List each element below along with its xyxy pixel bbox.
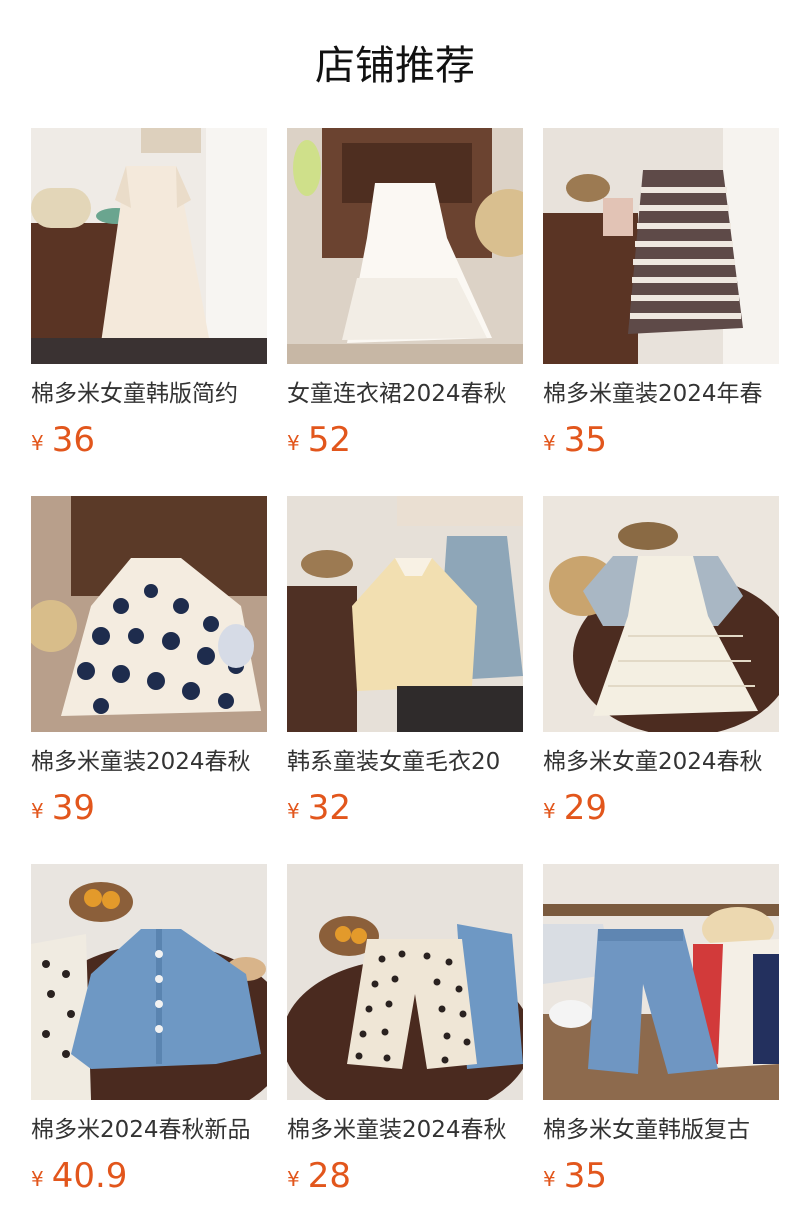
price-amount: 28: [307, 1156, 351, 1196]
product-price: ¥35: [543, 1154, 779, 1198]
currency-symbol: ¥: [543, 431, 556, 455]
product-name[interactable]: 棉多米童装2024春秋: [287, 1114, 523, 1146]
product-card[interactable]: 棉多米女童2024春秋 ¥29: [543, 496, 779, 844]
product-card[interactable]: 女童连衣裙2024春秋 ¥52: [287, 128, 523, 476]
currency-symbol: ¥: [31, 431, 44, 455]
polka-dot-dress-photo-icon: [31, 496, 267, 732]
product-image[interactable]: [287, 128, 523, 364]
currency-symbol: ¥: [31, 799, 44, 823]
price-amount: 52: [307, 420, 351, 460]
price-amount: 35: [563, 420, 607, 460]
product-image[interactable]: [31, 128, 267, 364]
product-price: ¥39: [31, 786, 267, 830]
product-card[interactable]: 棉多米女童韩版简约 ¥36: [31, 128, 267, 476]
price-amount: 35: [563, 1156, 607, 1196]
product-name[interactable]: 棉多米女童韩版复古: [543, 1114, 779, 1146]
product-grid: 棉多米女童韩版简约 ¥36 女童连衣裙2024春秋 ¥52 棉多米童装2024年…: [31, 128, 779, 1212]
price-amount: 40.9: [51, 1156, 128, 1196]
product-name[interactable]: 棉多米童装2024春秋: [31, 746, 267, 778]
product-name[interactable]: 棉多米2024春秋新品: [31, 1114, 267, 1146]
cardigan-and-jeans-photo-icon: [287, 496, 523, 732]
currency-symbol: ¥: [31, 1167, 44, 1191]
product-card[interactable]: 棉多米童装2024春秋 ¥28: [287, 864, 523, 1212]
product-card[interactable]: 棉多米童装2024春秋 ¥39: [31, 496, 267, 844]
product-image[interactable]: [543, 128, 779, 364]
product-name[interactable]: 棉多米女童韩版简约: [31, 378, 267, 410]
price-amount: 36: [51, 420, 95, 460]
white-lace-dress-photo-icon: [287, 128, 523, 364]
product-price: ¥28: [287, 1154, 523, 1198]
currency-symbol: ¥: [287, 1167, 300, 1191]
price-amount: 29: [563, 788, 607, 828]
product-image[interactable]: [543, 864, 779, 1100]
page-title: 店铺推荐: [315, 43, 475, 89]
product-image[interactable]: [287, 864, 523, 1100]
product-card[interactable]: 棉多米2024春秋新品 ¥40.9: [31, 864, 267, 1212]
striped-dress-photo-icon: [543, 128, 779, 364]
product-image[interactable]: [543, 496, 779, 732]
product-image[interactable]: [287, 496, 523, 732]
product-card[interactable]: 韩系童装女童毛衣20 ¥32: [287, 496, 523, 844]
product-card[interactable]: 棉多米童装2024年春 ¥35: [543, 128, 779, 476]
cream-dress-photo-icon: [31, 128, 267, 364]
wide-leg-jeans-photo-icon: [543, 864, 779, 1100]
currency-symbol: ¥: [287, 799, 300, 823]
lace-pinafore-dress-photo-icon: [543, 496, 779, 732]
polka-dot-pants-photo-icon: [287, 864, 523, 1100]
denim-jacket-photo-icon: [31, 864, 267, 1100]
product-image[interactable]: [31, 496, 267, 732]
price-amount: 39: [51, 788, 95, 828]
product-card[interactable]: 棉多米女童韩版复古 ¥35: [543, 864, 779, 1212]
product-image[interactable]: [31, 864, 267, 1100]
product-price: ¥32: [287, 786, 523, 830]
product-price: ¥29: [543, 786, 779, 830]
currency-symbol: ¥: [543, 799, 556, 823]
price-amount: 32: [307, 788, 351, 828]
product-name[interactable]: 女童连衣裙2024春秋: [287, 378, 523, 410]
product-price: ¥35: [543, 418, 779, 462]
product-name[interactable]: 棉多米童装2024年春: [543, 378, 779, 410]
product-price: ¥52: [287, 418, 523, 462]
product-name[interactable]: 韩系童装女童毛衣20: [287, 746, 523, 778]
product-price: ¥36: [31, 418, 267, 462]
product-name[interactable]: 棉多米女童2024春秋: [543, 746, 779, 778]
product-price: ¥40.9: [31, 1154, 267, 1198]
currency-symbol: ¥: [543, 1167, 556, 1191]
currency-symbol: ¥: [287, 431, 300, 455]
